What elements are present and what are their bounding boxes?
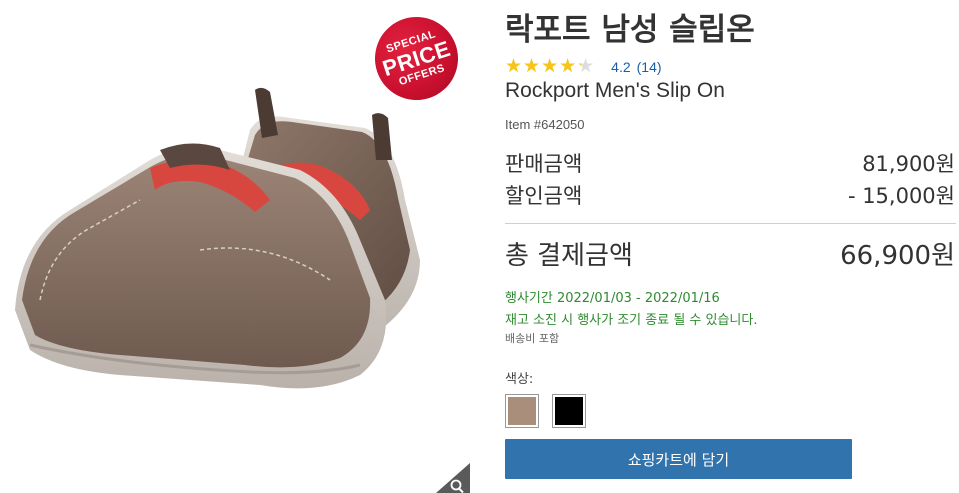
promo-period: 행사기간 2022/01/03 - 2022/01/16 [505, 291, 720, 306]
sale-price-row: 판매금액 81,900원 [505, 148, 955, 178]
discount-value: - 15,000원 [847, 184, 955, 208]
total-price-value: 66,900원 [840, 241, 955, 271]
shipping-info: 배송비 포함 [505, 332, 560, 345]
sale-price-label: 판매금액 [505, 152, 583, 176]
item-number: Item #642050 [505, 117, 585, 132]
discount-label: 할인금액 [505, 184, 583, 208]
color-swatches [505, 394, 586, 428]
total-price-label: 총 결제금액 [505, 241, 633, 271]
product-title-korean: 락포트 남성 슬립온 [505, 12, 755, 48]
magnifier-icon[interactable] [436, 463, 470, 493]
rating-row[interactable]: ★★★★★★★★★★ 4.2 (14) [505, 57, 662, 76]
rating-value[interactable]: 4.2 [611, 59, 630, 75]
review-count-link[interactable]: (14) [637, 59, 662, 75]
star-rating-icon: ★★★★★★★★★★ [505, 55, 596, 77]
product-title-english: Rockport Men's Slip On [505, 79, 725, 102]
product-image-area[interactable]: SPECIAL PRICE OFFERS [0, 0, 470, 493]
sale-price-value: 81,900원 [862, 152, 955, 176]
promo-notice: 재고 소진 시 행사가 조기 종료 될 수 있습니다. [505, 313, 758, 328]
price-divider [505, 223, 956, 224]
color-swatch-black[interactable] [552, 394, 586, 428]
add-to-cart-button[interactable]: 쇼핑카트에 담기 [505, 439, 852, 479]
discount-row: 할인금액 - 15,000원 [505, 180, 955, 210]
color-option-label: 색상: [505, 372, 534, 387]
color-swatch-taupe[interactable] [505, 394, 539, 428]
total-price-row: 총 결제금액 66,900원 [505, 235, 955, 272]
